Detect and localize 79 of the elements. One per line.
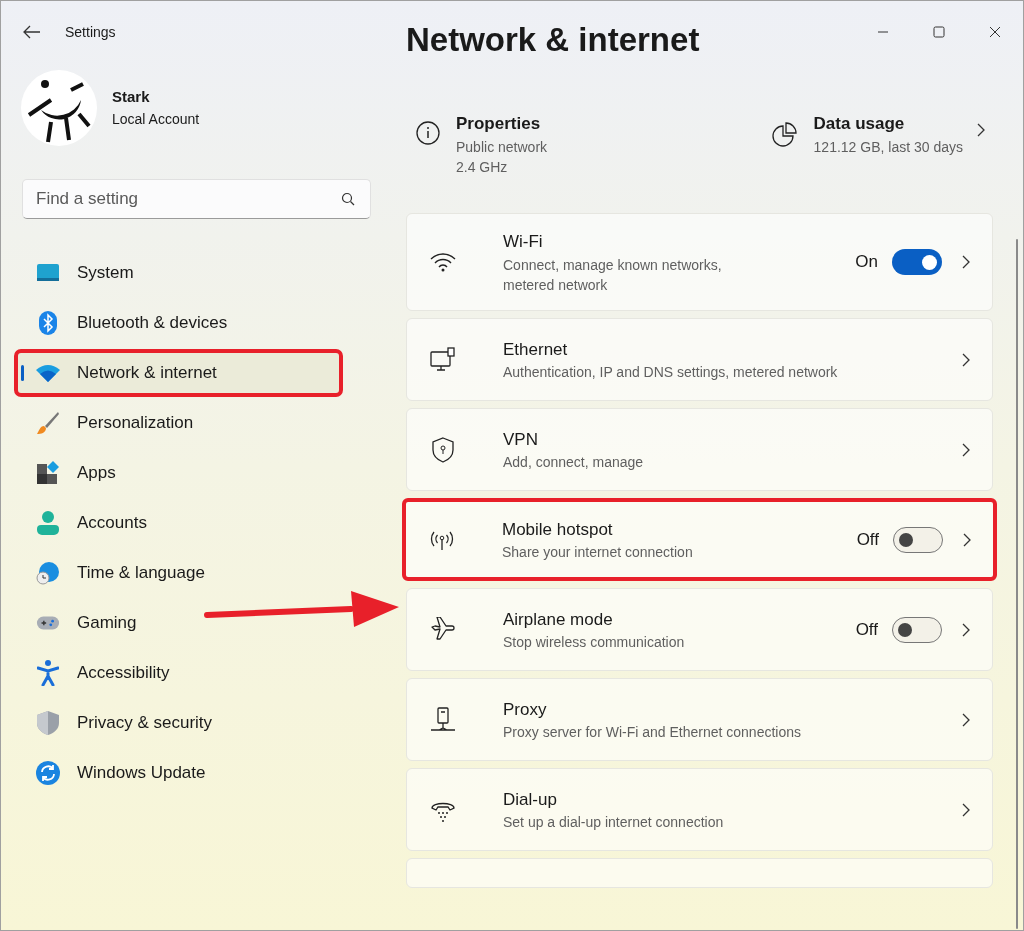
summary-title[interactable]: Data usage bbox=[813, 111, 963, 137]
sidebar-item[interactable]: Apps bbox=[16, 451, 124, 495]
search-icon bbox=[341, 192, 355, 206]
apps-icon bbox=[36, 461, 60, 485]
sidebar-item[interactable]: Accessibility bbox=[16, 651, 178, 695]
card-description: Proxy server for Wi-Fi and Ethernet connections bbox=[503, 723, 802, 743]
sidebar-item[interactable]: Network & internet bbox=[16, 351, 341, 395]
toggle-state: Off bbox=[856, 528, 879, 551]
account-name: Stark bbox=[112, 87, 151, 108]
close-icon[interactable] bbox=[989, 26, 1001, 38]
summary-detail: Public network bbox=[456, 137, 548, 157]
person-icon bbox=[37, 511, 59, 535]
shield-icon bbox=[432, 436, 454, 463]
gamepad-icon bbox=[36, 614, 60, 632]
computer-icon bbox=[430, 346, 456, 373]
bluetooth-icon bbox=[38, 311, 58, 335]
selection-indicator bbox=[21, 365, 24, 381]
sidebar-item[interactable]: Bluetooth & devices bbox=[16, 301, 236, 345]
window-title: Settings bbox=[65, 22, 116, 42]
card-description: Share your internet connection bbox=[502, 543, 694, 563]
chevron-right-icon[interactable] bbox=[962, 802, 970, 817]
airplane-icon bbox=[430, 616, 456, 643]
paintbrush-icon bbox=[36, 411, 60, 435]
chevron-right-icon[interactable] bbox=[962, 352, 970, 367]
toggle-switch[interactable] bbox=[892, 249, 942, 275]
summary-detail: 2.4 GHz bbox=[456, 157, 509, 177]
sidebar-item[interactable]: Accounts bbox=[16, 501, 155, 545]
maximize-icon[interactable] bbox=[933, 26, 945, 38]
chevron-right-icon[interactable] bbox=[962, 442, 970, 457]
settings-card[interactable]: Airplane mode Stop wireless communication Off bbox=[406, 588, 993, 671]
sidebar-item[interactable]: Time & language bbox=[16, 551, 213, 595]
chevron-right-icon[interactable] bbox=[963, 532, 971, 547]
settings-card[interactable]: Wi-Fi Connect, manage known networks, metered network On bbox=[406, 213, 993, 311]
chevron-right-icon[interactable] bbox=[977, 123, 985, 137]
card-description: Connect, manage known networks, metered network bbox=[503, 255, 723, 295]
card-description: Add, connect, manage bbox=[503, 453, 645, 473]
card-description: Authentication, IP and DNS settings, metered network bbox=[503, 363, 839, 383]
chevron-right-icon[interactable] bbox=[962, 622, 970, 637]
sidebar-item[interactable]: Gaming bbox=[16, 601, 145, 645]
settings-card[interactable]: Dial-up Set up a dial-up internet connection bbox=[406, 768, 993, 851]
card-title: Proxy bbox=[503, 698, 548, 721]
toggle-switch[interactable] bbox=[892, 616, 942, 643]
card-title: Wi-Fi bbox=[503, 231, 544, 254]
globe-clock-icon bbox=[36, 561, 60, 585]
wifi-icon bbox=[430, 252, 456, 272]
settings-card[interactable]: Mobile hotspot Share your internet connection Off bbox=[402, 498, 997, 581]
card-description: Stop wireless communication bbox=[503, 633, 686, 653]
summary-title[interactable]: Properties bbox=[456, 111, 548, 137]
chevron-right-icon[interactable] bbox=[962, 712, 970, 727]
card-description: Set up a dial-up internet connection bbox=[503, 813, 725, 833]
wifi-icon bbox=[36, 364, 60, 382]
info-icon bbox=[416, 121, 440, 145]
pie-chart-icon bbox=[771, 121, 798, 147]
settings-card[interactable]: Proxy Proxy server for Wi-Fi and Ethernet connections bbox=[406, 678, 993, 761]
chevron-right-icon[interactable] bbox=[962, 255, 970, 269]
toggle-switch[interactable] bbox=[893, 526, 943, 553]
sync-icon bbox=[36, 761, 60, 785]
toggle-state: On bbox=[855, 251, 878, 274]
page-title: Network & internet bbox=[406, 20, 700, 60]
account-type: Local Account bbox=[112, 109, 200, 129]
server-icon bbox=[430, 706, 456, 733]
search-field[interactable]: Find a setting bbox=[22, 179, 371, 219]
monitor-icon bbox=[36, 263, 60, 283]
card-title: Mobile hotspot bbox=[502, 518, 614, 541]
accessibility-icon bbox=[37, 660, 59, 686]
card-title: Dial-up bbox=[503, 788, 558, 811]
summary-detail: 121.12 GB, last 30 days bbox=[813, 137, 963, 157]
settings-card[interactable]: VPN Add, connect, manage bbox=[406, 408, 993, 491]
toggle-state: Off bbox=[855, 618, 878, 641]
shield-icon bbox=[37, 711, 59, 735]
card-title: Ethernet bbox=[503, 338, 569, 361]
card-title: VPN bbox=[503, 428, 539, 451]
sidebar-item[interactable]: Personalization bbox=[16, 401, 202, 445]
back-icon[interactable] bbox=[23, 25, 41, 39]
sidebar-item[interactable]: System bbox=[16, 251, 142, 295]
settings-card[interactable]: Ethernet Authentication, IP and DNS settings, metered network bbox=[406, 318, 993, 401]
sidebar-item[interactable]: Windows Update bbox=[16, 751, 214, 795]
sidebar-item[interactable]: Privacy & security bbox=[16, 701, 221, 745]
card-title: Airplane mode bbox=[503, 608, 614, 631]
